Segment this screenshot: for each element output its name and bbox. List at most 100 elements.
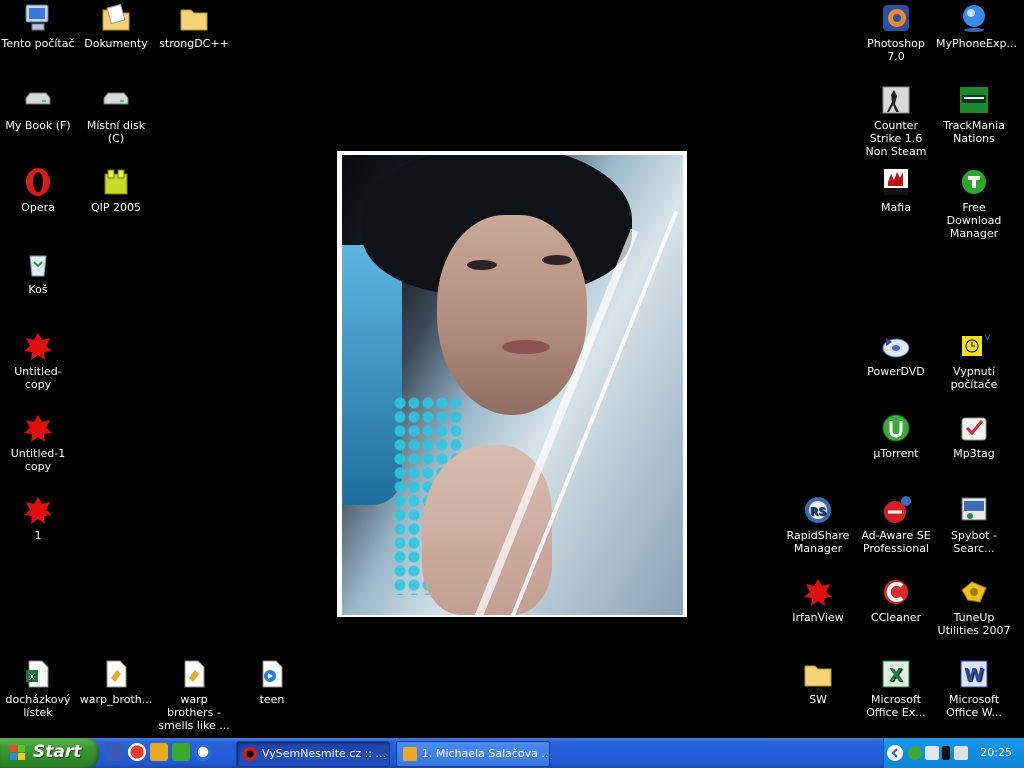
desktop-icon-sw[interactable]: SW (780, 658, 856, 706)
icon-label: MyPhoneExp... (936, 37, 1018, 50)
desktop-icon-myphone[interactable]: MyPhoneExp... (936, 2, 1018, 50)
icon-label: Vypnutí počítače (950, 365, 998, 391)
icon-label: Ad-Aware SE Professional (861, 529, 931, 555)
download-icon[interactable] (172, 743, 190, 761)
clock[interactable]: 20:25 (980, 746, 1012, 759)
desktop-icon-spybot[interactable]: Spybot - Searc... (936, 494, 1012, 555)
winamp-icon (403, 747, 417, 761)
paint-splat-icon (22, 412, 54, 444)
desktop-icon-computer[interactable]: Tento počítač (0, 2, 76, 50)
drive-icon (100, 84, 132, 116)
svg-text:W: W (964, 665, 984, 686)
word-icon: W (958, 658, 990, 690)
tuneup-icon (958, 576, 990, 608)
desktop-icon-vypnuti[interactable]: V Vypnutí počítače (936, 330, 1012, 391)
icon-label: Free Download Manager (946, 201, 1002, 240)
network-tray-icon[interactable] (925, 746, 939, 760)
desktop-icon-rapidshare[interactable]: RS RapidShare Manager (780, 494, 856, 555)
icon-label: Koš (28, 283, 48, 296)
taskbar-button-michaela[interactable]: 1. Michaela Salačova ... (396, 741, 550, 767)
desktop-icon-untitled1-copy[interactable]: Untitled-1 copy (0, 412, 76, 473)
icon-label: Mafia (881, 201, 911, 214)
desktop-icon-counterstrike[interactable]: Counter Strike 1.6 Non Steam (858, 84, 934, 158)
desktop-icon-photoshop[interactable]: Photoshop 7.0 (858, 2, 934, 63)
desktop-icon-mybook[interactable]: My Book (F) (0, 84, 76, 132)
paint-splat-icon (22, 494, 54, 526)
desktop-icon-utorrent[interactable]: µTorrent (858, 412, 934, 460)
icon-label: QIP 2005 (90, 201, 142, 214)
ccleaner-icon (880, 576, 912, 608)
desktop-icon-warp2[interactable]: warp brothers - smells like ... (156, 658, 232, 732)
media-file-icon (256, 658, 288, 690)
icon-label: Microsoft Office Ex... (866, 693, 926, 719)
desktop-icon-documents[interactable]: Dokumenty (78, 2, 154, 50)
save-icon[interactable] (106, 743, 124, 761)
start-label: Start (33, 742, 82, 762)
desktop-icon-strongdc[interactable]: strongDC++ (156, 2, 232, 50)
svg-text:RS: RS (810, 505, 826, 518)
icon-label: Dokumenty (84, 37, 148, 50)
desktop-icon-opera[interactable]: Opera (0, 166, 76, 214)
icon-label: Mp3tag (953, 447, 995, 460)
icon-label: teen (259, 693, 285, 706)
media-player-icon[interactable] (194, 743, 212, 761)
desktop-icon-adaware[interactable]: Ad-Aware SE Professional (858, 494, 934, 555)
opera-icon (22, 166, 54, 198)
qip-icon (100, 166, 132, 198)
volume-tray-icon[interactable] (954, 746, 968, 760)
mafia-icon (880, 166, 912, 198)
desktop-icon-qip[interactable]: QIP 2005 (78, 166, 154, 214)
excel-file-icon: X (22, 658, 54, 690)
desktop-icon-mafia[interactable]: Mafia (858, 166, 934, 214)
winamp-quick-icon[interactable] (150, 743, 168, 761)
folder-icon (178, 2, 210, 34)
icon-label: Photoshop 7.0 (867, 37, 925, 63)
recycle-bin-icon (22, 248, 54, 280)
trackmania-icon (958, 84, 990, 116)
desktop-icon-dochazkovy[interactable]: X docházkový lístek (0, 658, 76, 719)
icon-label: 1 (34, 529, 42, 542)
desktop-icon-localdisk[interactable]: Místní disk (C) (78, 84, 154, 145)
photoshop-icon (880, 2, 912, 34)
desktop-icon-trackmania[interactable]: TrackMania Nations (936, 84, 1012, 145)
svg-text:V: V (985, 334, 990, 342)
svg-text:X: X (29, 673, 35, 683)
task-label: VySemNesmite.cz :: ... (262, 747, 386, 760)
winamp-file-icon (100, 658, 132, 690)
desktop-icon-msexcel[interactable]: X Microsoft Office Ex... (858, 658, 934, 719)
drive-icon (22, 84, 54, 116)
bars-tray-icon[interactable] (942, 746, 950, 760)
icon-label: Untitled- copy (14, 365, 62, 391)
icon-label: PowerDVD (867, 365, 925, 378)
desktop-icon-one[interactable]: 1 (0, 494, 76, 542)
powerdvd-icon (880, 330, 912, 362)
opera-quick-icon[interactable] (128, 743, 146, 761)
spybot-icon (958, 494, 990, 526)
free-download-manager-icon (958, 166, 990, 198)
desktop-icon-ccleaner[interactable]: CCleaner (858, 576, 934, 624)
tray-expand-icon[interactable] (887, 745, 903, 761)
desktop-icon-warp1[interactable]: warp_broth... (78, 658, 154, 706)
taskbar-button-vysemnesmite[interactable]: VySemNesmite.cz :: ... (236, 741, 390, 767)
documents-folder-icon (100, 2, 132, 34)
desktop-icon-teen[interactable]: teen (234, 658, 310, 706)
desktop-icon-powerdvd[interactable]: PowerDVD (858, 330, 934, 378)
start-button[interactable]: Start (0, 738, 99, 768)
opera-icon (243, 747, 257, 761)
ad-aware-icon (880, 494, 912, 526)
myphone-icon (958, 2, 990, 34)
icon-label: strongDC++ (159, 37, 229, 50)
desktop-icon-tuneup[interactable]: TuneUp Utilities 2007 (936, 576, 1012, 637)
desktop-icon-mp3tag[interactable]: Mp3tag (936, 412, 1012, 460)
paint-splat-icon (22, 330, 54, 362)
system-tray: 20:25 (883, 738, 1024, 768)
desktop-icon-untitled-copy[interactable]: Untitled- copy (0, 330, 76, 391)
icon-label: Opera (21, 201, 55, 214)
desktop-icon-irfanview[interactable]: IrfanView (780, 576, 856, 624)
desktop-icon-recycle[interactable]: Koš (0, 248, 76, 296)
utorrent-tray-icon[interactable] (908, 746, 922, 760)
desktop-icon-msword[interactable]: W Microsoft Office W... (936, 658, 1012, 719)
task-label: 1. Michaela Salačova ... (422, 747, 550, 760)
desktop-icon-fdm[interactable]: Free Download Manager (936, 166, 1012, 240)
icon-label: Counter Strike 1.6 Non Steam (865, 119, 927, 158)
